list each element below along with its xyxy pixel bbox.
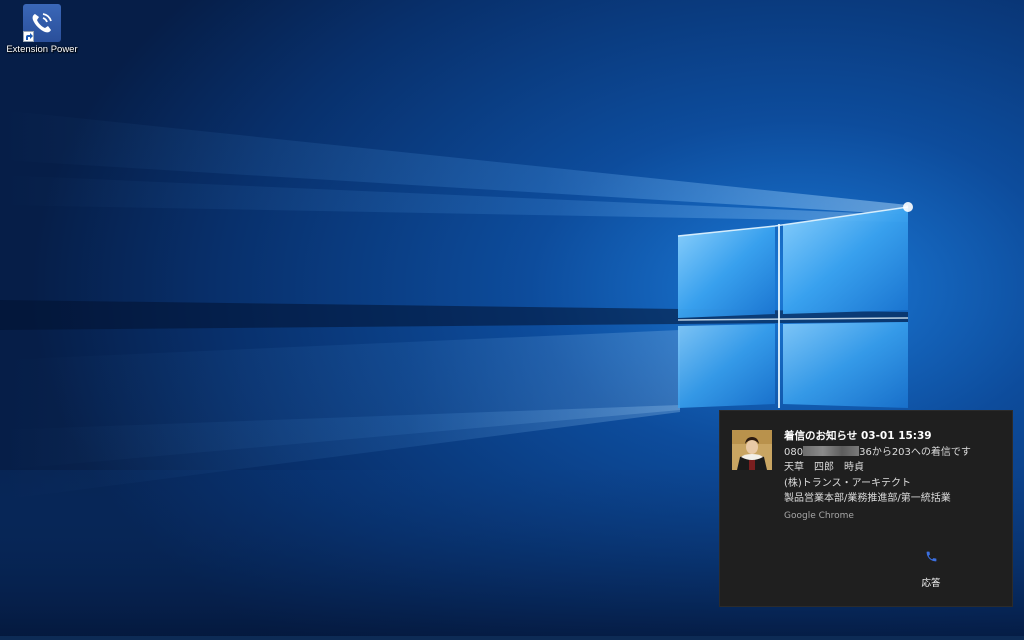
- notification-content: 着信のお知らせ 03-01 15:39 080 36から203への着信です 天草 …: [784, 429, 1004, 524]
- notification-time: 03-01 15:39: [860, 430, 932, 442]
- notification-title: 着信のお知らせ 03-01 15:39: [784, 429, 1004, 445]
- caller-avatar: [732, 430, 772, 470]
- caller-number-suffix: 36から203への着信です: [859, 446, 971, 458]
- caller-number-prefix: 080: [784, 446, 804, 458]
- redacted-number: [803, 445, 860, 456]
- caller-company: (株)トランス・アーキテクト: [784, 477, 912, 489]
- call-notification-toast[interactable]: 着信のお知らせ 03-01 15:39 080 36から203への着信です 天草 …: [720, 411, 1012, 606]
- notification-title-text: 着信のお知らせ: [784, 430, 858, 442]
- caller-department: 製品営業本部/業務推進部/第一統括業: [784, 493, 951, 504]
- desktop-icon-label: Extension Power: [6, 44, 78, 55]
- caller-name: 天草 四郎 時貞: [784, 462, 864, 473]
- desktop-icon-extension-power[interactable]: Extension Power: [4, 4, 80, 60]
- answer-label: 応答: [921, 577, 941, 589]
- notification-caller-line: 080 36から203への着信です: [784, 445, 1004, 461]
- shortcut-arrow-icon: [23, 31, 34, 42]
- notification-source: Google Chrome: [784, 510, 854, 521]
- answer-button[interactable]: 応答: [906, 546, 956, 590]
- phone-ringing-icon: [23, 4, 61, 42]
- phone-icon: [925, 548, 938, 567]
